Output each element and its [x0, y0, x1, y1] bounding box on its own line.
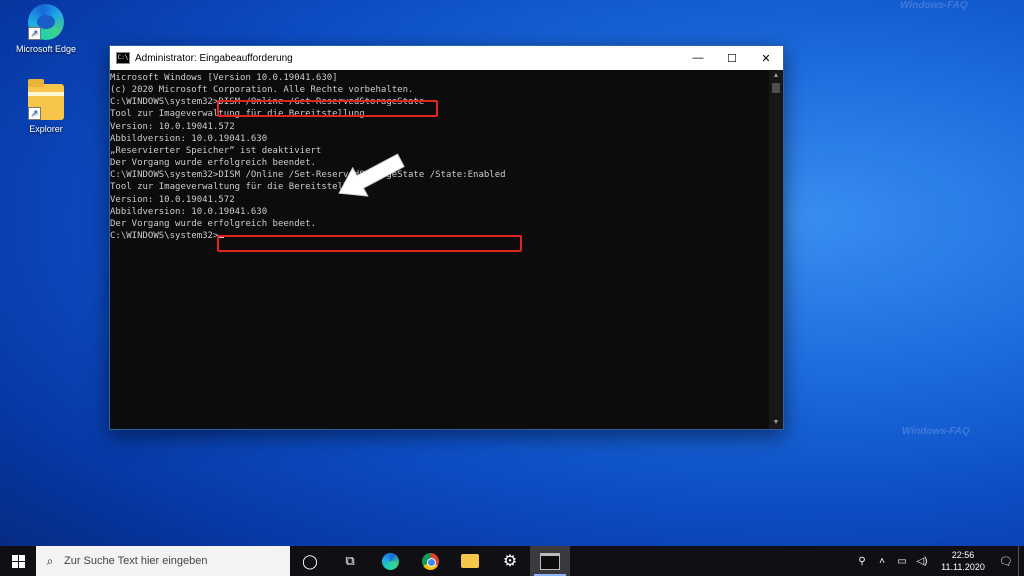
- scroll-down-icon[interactable]: ▼: [769, 417, 783, 429]
- edge-icon: [381, 552, 399, 570]
- cmd-icon: [540, 552, 560, 570]
- vertical-scrollbar[interactable]: ▲ ▼: [769, 70, 783, 429]
- annotation-arrow-icon: [338, 153, 405, 197]
- settings-taskbar-icon[interactable]: ⚙: [490, 546, 530, 576]
- taskbar: ⌕ Zur Suche Text hier eingeben ◯ ⧉ ⚙ ⚲ ˄…: [0, 546, 1024, 576]
- start-icon: [11, 554, 25, 568]
- console-line: Microsoft Windows [Version 10.0.19041.63…: [110, 73, 338, 83]
- system-tray: ⚲ ˄ ▭ ◁) 22:56 11.11.2020 🗨: [852, 546, 1024, 576]
- console-line: Version: 10.0.19041.572: [110, 194, 235, 205]
- minimize-button[interactable]: —: [681, 46, 715, 70]
- shortcut-arrow-icon: ↗: [28, 107, 41, 120]
- gear-icon: ⚙: [502, 553, 518, 570]
- watermark: Windows-FAQ: [902, 426, 970, 437]
- edge-icon: ↗: [28, 4, 64, 40]
- console-line: Der Vorgang wurde erfolgreich beendet.: [110, 158, 316, 169]
- console-line: Abbildversion: 10.0.19041.630: [110, 206, 268, 217]
- shortcut-arrow-icon: ↗: [28, 27, 41, 40]
- console-line: Version: 10.0.19041.572: [110, 121, 235, 132]
- close-button[interactable]: ✕: [749, 46, 783, 70]
- search-placeholder: Zur Suche Text hier eingeben: [64, 555, 208, 567]
- chevron-up-icon[interactable]: ˄: [872, 556, 892, 567]
- clock[interactable]: 22:56 11.11.2020: [932, 549, 994, 573]
- console-line-status: „Reservierter Speicher“ ist deaktiviert: [110, 145, 322, 156]
- show-desktop-button[interactable]: [1018, 546, 1024, 576]
- console-line: Tool zur Imageverwaltung für die Bereits…: [110, 109, 365, 120]
- maximize-button[interactable]: ☐: [715, 46, 749, 70]
- chrome-icon: [421, 552, 439, 570]
- desktop-icon-label: Microsoft Edge: [15, 44, 77, 54]
- window-title: Administrator: Eingabeaufforderung: [135, 52, 293, 64]
- task-view-icon[interactable]: ⧉: [330, 546, 370, 576]
- start-button[interactable]: [0, 546, 36, 576]
- cmd-taskbar-icon[interactable]: [530, 546, 570, 576]
- console-line-command: C:\WINDOWS\system32>DISM /Online /Set-Re…: [110, 170, 506, 181]
- desktop-icon-label: Explorer: [29, 124, 63, 134]
- cmd-app-icon[interactable]: C:\: [116, 52, 130, 64]
- cortana-icon[interactable]: ◯: [290, 546, 330, 576]
- volume-icon[interactable]: ◁): [912, 556, 932, 567]
- title-bar[interactable]: C:\ Administrator: Eingabeaufforderung —…: [110, 46, 783, 70]
- console-line: Der Vorgang wurde erfolgreich beendet.: [110, 218, 316, 229]
- chrome-taskbar-icon[interactable]: [410, 546, 450, 576]
- console-line: (c) 2020 Microsoft Corporation. Alle Rec…: [110, 85, 414, 96]
- scroll-up-icon[interactable]: ▲: [769, 70, 783, 82]
- cmd-window[interactable]: C:\ Administrator: Eingabeaufforderung —…: [109, 45, 784, 430]
- command-highlight-box: [217, 235, 522, 252]
- console-line: Tool zur Imageverwaltung für die Bereits…: [110, 182, 365, 193]
- search-box[interactable]: ⌕ Zur Suche Text hier eingeben: [36, 546, 290, 576]
- console-line-command: C:\WINDOWS\system32>DISM /Online /Get-Re…: [110, 97, 425, 108]
- network-icon[interactable]: ▭: [892, 556, 912, 567]
- clock-time: 22:56: [951, 550, 975, 560]
- clock-date: 11.11.2020: [941, 562, 985, 572]
- command-highlight-box: [217, 100, 438, 117]
- explorer-taskbar-icon[interactable]: [450, 546, 490, 576]
- console-prompt: C:\WINDOWS\system32>: [110, 231, 219, 242]
- folder-icon: [461, 554, 479, 568]
- folder-icon: ↗: [28, 79, 64, 120]
- desktop-icon-edge[interactable]: ↗ Microsoft Edge: [6, 4, 86, 54]
- desktop-icon-explorer[interactable]: ↗ Explorer: [6, 79, 86, 134]
- watermark: Windows-FAQ: [900, 0, 968, 11]
- console-line: Abbildversion: 10.0.19041.630: [110, 133, 268, 144]
- notification-icon[interactable]: 🗨: [994, 555, 1018, 568]
- scroll-thumb[interactable]: [772, 83, 780, 93]
- people-icon[interactable]: ⚲: [852, 556, 872, 567]
- search-icon: ⌕: [46, 553, 54, 568]
- edge-taskbar-icon[interactable]: [370, 546, 410, 576]
